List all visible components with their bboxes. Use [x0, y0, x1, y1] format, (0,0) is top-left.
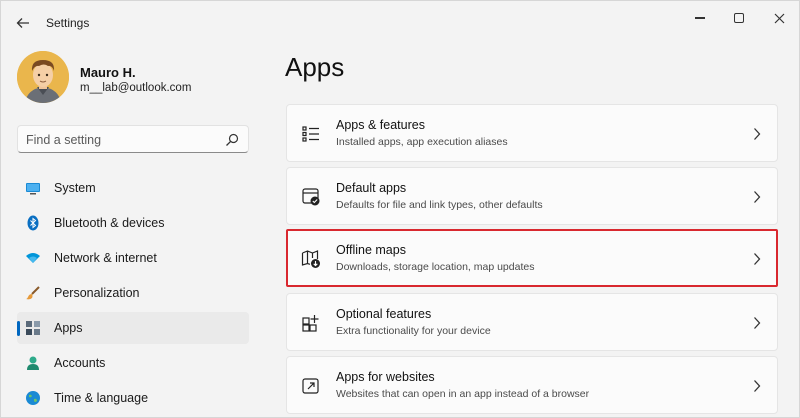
sidebar-item-network[interactable]: Network & internet: [17, 242, 249, 274]
search-icon[interactable]: [225, 133, 239, 147]
sidebar-item-label: Network & internet: [54, 251, 157, 265]
sidebar-item-personalization[interactable]: Personalization: [17, 277, 249, 309]
card-offline-maps[interactable]: Offline maps Downloads, storage location…: [286, 229, 778, 287]
apps-icon: [26, 321, 40, 335]
chevron-right-icon: [754, 317, 761, 329]
chevron-right-icon: [754, 191, 761, 203]
user-email: m__lab@outlook.com: [80, 82, 192, 94]
sidebar-item-label: Bluetooth & devices: [54, 216, 165, 230]
minimize-button[interactable]: [682, 7, 718, 29]
user-name: Mauro H.: [80, 65, 136, 80]
card-subtitle: Downloads, storage location, map updates: [336, 261, 535, 273]
avatar-picture-icon: [17, 51, 69, 103]
card-title: Apps for websites: [336, 370, 435, 384]
card-subtitle: Extra functionality for your device: [336, 325, 491, 337]
title-bar: Settings: [1, 1, 799, 45]
apps-features-icon: [302, 126, 319, 142]
sidebar-item-label: Personalization: [54, 286, 140, 300]
card-optional-features[interactable]: Optional features Extra functionality fo…: [286, 293, 778, 351]
sidebar-item-label: Apps: [54, 321, 83, 335]
system-icon: [26, 183, 40, 195]
sidebar-item-time-language[interactable]: Time & language: [17, 382, 249, 414]
card-title: Apps & features: [336, 118, 425, 132]
card-subtitle: Websites that can open in an app instead…: [336, 388, 590, 400]
accounts-icon: [27, 356, 39, 370]
search-input[interactable]: [26, 131, 221, 149]
chevron-right-icon: [754, 253, 761, 265]
maximize-icon: [734, 13, 744, 23]
card-title: Offline maps: [336, 243, 406, 257]
settings-window: Settings Mauro H. m__lab@outlook.com Fin…: [0, 0, 800, 418]
bluetooth-icon: [27, 215, 39, 231]
sidebar-item-label: Accounts: [54, 356, 106, 370]
card-title: Optional features: [336, 307, 432, 321]
sidebar-item-label: System: [54, 181, 96, 195]
card-title: Default apps: [336, 181, 407, 195]
minimize-icon: [695, 17, 705, 19]
close-button[interactable]: [761, 7, 797, 29]
default-apps-icon: [302, 188, 320, 206]
card-apps-for-websites[interactable]: Apps for websites Websites that can open…: [286, 356, 778, 414]
page-title: Apps: [285, 52, 345, 82]
network-icon: [26, 253, 40, 263]
chevron-right-icon: [754, 128, 761, 140]
sidebar-item-accounts[interactable]: Accounts: [17, 347, 249, 379]
globe-icon: [26, 391, 40, 405]
chevron-right-icon: [754, 380, 761, 392]
optional-features-icon: [302, 315, 319, 332]
maximize-button[interactable]: [721, 7, 757, 29]
sidebar-item-bluetooth[interactable]: Bluetooth & devices: [17, 207, 249, 239]
close-icon: [774, 13, 784, 23]
card-default-apps[interactable]: Default apps Defaults for file and link …: [286, 167, 778, 225]
card-subtitle: Defaults for file and link types, other …: [336, 199, 543, 211]
sidebar-item-label: Time & language: [54, 391, 149, 405]
back-arrow-icon: [16, 18, 29, 28]
active-indicator: [17, 321, 20, 336]
search-box[interactable]: [17, 125, 249, 153]
apps-websites-icon: [302, 378, 319, 394]
window-title: Settings: [46, 16, 90, 30]
avatar[interactable]: [17, 51, 69, 103]
brush-icon: [26, 286, 40, 300]
sidebar-item-apps[interactable]: Apps: [17, 312, 249, 344]
back-button[interactable]: [11, 12, 35, 34]
card-apps-features[interactable]: Apps & features Installed apps, app exec…: [286, 104, 778, 162]
sidebar-item-system[interactable]: System: [17, 172, 249, 204]
card-subtitle: Installed apps, app execution aliases: [336, 136, 508, 148]
offline-maps-icon: [301, 250, 320, 268]
